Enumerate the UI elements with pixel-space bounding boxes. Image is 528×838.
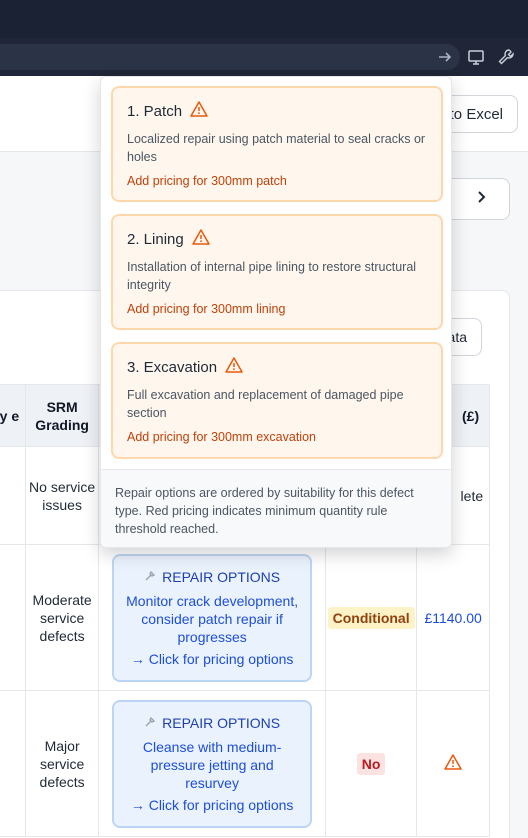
column-header: ty e [0, 384, 27, 447]
status-cell: Conditional [325, 544, 418, 691]
option-title: 1. Patch [127, 102, 183, 120]
add-pricing-link[interactable]: Add pricing for 300mm excavation [127, 430, 427, 444]
pricing-options-link[interactable]: → Click for pricing options [124, 650, 300, 668]
add-pricing-link[interactable]: Add pricing for 300mm patch [127, 174, 427, 188]
repair-option-lining[interactable]: 2. Lining Installation of internal pipe … [111, 214, 443, 330]
repair-tool-icon [144, 568, 156, 586]
table-row: Major service defects REPAIR OPTIONS Cle… [0, 690, 491, 837]
price-cell: £1140.00 [416, 544, 491, 691]
warning-icon [191, 228, 210, 250]
status-badge: No [356, 752, 386, 775]
add-pricing-link[interactable]: Add pricing for 300mm lining [127, 302, 427, 316]
option-description: Installation of internal pipe lining to … [127, 260, 417, 292]
price-value[interactable]: £1140.00 [424, 610, 481, 626]
option-title: 3. Excavation [127, 358, 218, 376]
warning-icon [225, 356, 243, 378]
srm-grading-cell: Major service defects [25, 690, 100, 837]
chevron-right-icon [473, 189, 489, 210]
repair-options-title: REPAIR OPTIONS [124, 714, 300, 732]
repair-options-title: REPAIR OPTIONS [124, 568, 300, 586]
export-excel-label: to Excel [449, 105, 503, 123]
browser-tab-strip [0, 0, 528, 38]
repair-options-button[interactable]: REPAIR OPTIONS Monitor crack development… [112, 553, 313, 682]
repair-options-popover: 1. Patch Localized repair using patch ma… [100, 76, 452, 548]
repair-tool-icon [144, 714, 156, 732]
arrow-right-icon[interactable] [436, 48, 454, 66]
price-cell [416, 690, 491, 837]
warning-icon [190, 100, 208, 122]
option-title: 2. Lining [127, 230, 184, 248]
status-cell: No [325, 690, 418, 837]
option-description: Localized repair using patch material to… [127, 132, 426, 164]
repair-description: Monitor crack development, consider patc… [126, 592, 299, 645]
monitor-icon[interactable] [467, 48, 485, 66]
popover-footer-note: Repair options are ordered by suitabilit… [101, 469, 451, 547]
repair-options-button[interactable]: REPAIR OPTIONS Cleanse with medium-press… [112, 699, 313, 828]
srm-grading-cell: No service issues [25, 446, 100, 545]
browser-toolbar [0, 38, 528, 76]
address-bar[interactable] [0, 44, 460, 70]
srm-grading-cell: Moderate service defects [25, 544, 100, 691]
table-row: Moderate service defects REPAIR OPTIONS … [0, 544, 491, 691]
menu-icon[interactable] [522, 48, 528, 66]
repair-option-excavation[interactable]: 3. Excavation Full excavation and replac… [111, 342, 443, 459]
status-badge: Conditional [327, 606, 415, 629]
repair-description: Cleanse with medium-pressure jetting and… [142, 738, 282, 791]
wrench-icon[interactable] [497, 48, 515, 66]
column-header-srm-grading: SRM Grading [25, 384, 100, 447]
warning-icon[interactable] [444, 753, 462, 774]
repair-option-patch[interactable]: 1. Patch Localized repair using patch ma… [111, 86, 443, 202]
pricing-options-link[interactable]: → Click for pricing options [124, 796, 300, 814]
option-description: Full excavation and replacement of damag… [127, 388, 404, 420]
